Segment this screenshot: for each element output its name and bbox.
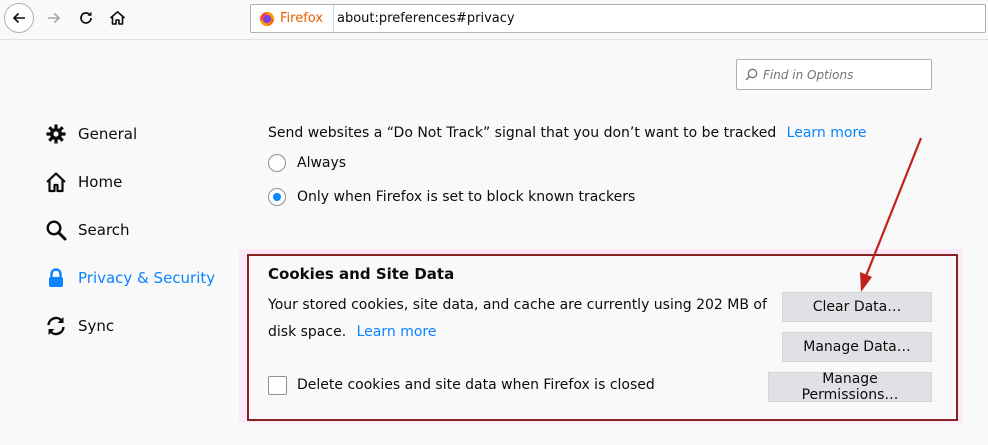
cookies-usage-line2: disk space. Learn more — [268, 324, 436, 340]
sync-icon — [47, 316, 65, 336]
url-bar[interactable]: Firefox about:preferences#privacy — [250, 4, 986, 33]
sidebar-item-label: Privacy & Security — [78, 269, 216, 287]
dnt-text: Send websites a “Do Not Track” signal th… — [268, 125, 777, 141]
identity-label: Firefox — [280, 11, 324, 26]
dnt-learn-more-link[interactable]: Learn more — [787, 125, 867, 141]
sidebar-item-label: General — [78, 125, 138, 143]
forward-button[interactable] — [40, 4, 68, 32]
sidebar-item-general[interactable]: General — [45, 121, 137, 147]
delete-cookies-on-close-checkbox[interactable] — [268, 376, 287, 395]
manage-data-button[interactable]: Manage Data… — [782, 332, 932, 362]
dnt-description: Send websites a “Do Not Track” signal th… — [268, 125, 867, 141]
delete-cookies-on-close-label[interactable]: Delete cookies and site data when Firefo… — [297, 377, 655, 393]
lock-icon — [49, 268, 63, 287]
url-text[interactable]: about:preferences#privacy — [337, 5, 515, 32]
search-icon — [46, 220, 67, 241]
search-placeholder: Find in Options — [763, 67, 854, 82]
clear-data-button[interactable]: Clear Data… — [782, 292, 932, 322]
reload-button[interactable] — [72, 4, 100, 32]
cookies-learn-more-link[interactable]: Learn more — [357, 324, 437, 340]
sidebar-item-privacy-security[interactable]: Privacy & Security — [45, 265, 215, 291]
sidebar-item-label: Home — [78, 173, 123, 191]
firefox-logo-icon — [260, 11, 274, 26]
sidebar-item-home[interactable]: Home — [45, 169, 122, 195]
identity-box[interactable]: Firefox — [251, 5, 335, 32]
manage-permissions-button[interactable]: Manage Permissions… — [768, 371, 932, 403]
back-arrow-icon — [12, 12, 25, 24]
dnt-always-radio[interactable] — [268, 154, 286, 172]
dnt-only-when-blocking-label[interactable]: Only when Firefox is set to block known … — [297, 189, 635, 205]
home-icon — [46, 172, 66, 193]
forward-arrow-icon — [48, 12, 61, 24]
search-icon — [745, 68, 758, 81]
back-button[interactable] — [4, 3, 34, 33]
gear-icon — [46, 124, 66, 144]
cookies-usage-text: disk space. — [268, 324, 347, 340]
reload-icon — [80, 11, 92, 24]
sidebar-item-label: Sync — [78, 317, 115, 335]
find-in-options-search-input[interactable]: Find in Options — [736, 59, 932, 90]
navigation-toolbar: Firefox about:preferences#privacy — [0, 0, 988, 40]
cookies-usage-line1: Your stored cookies, site data, and cach… — [268, 297, 767, 313]
home-button[interactable] — [103, 4, 131, 32]
dnt-always-label[interactable]: Always — [297, 155, 346, 171]
sidebar-item-sync[interactable]: Sync — [45, 313, 114, 339]
sidebar-item-search[interactable]: Search — [45, 217, 130, 243]
cookies-heading: Cookies and Site Data — [268, 265, 455, 283]
sidebar-item-label: Search — [78, 221, 130, 239]
home-icon — [109, 11, 125, 25]
dnt-only-when-blocking-radio[interactable] — [268, 188, 286, 206]
